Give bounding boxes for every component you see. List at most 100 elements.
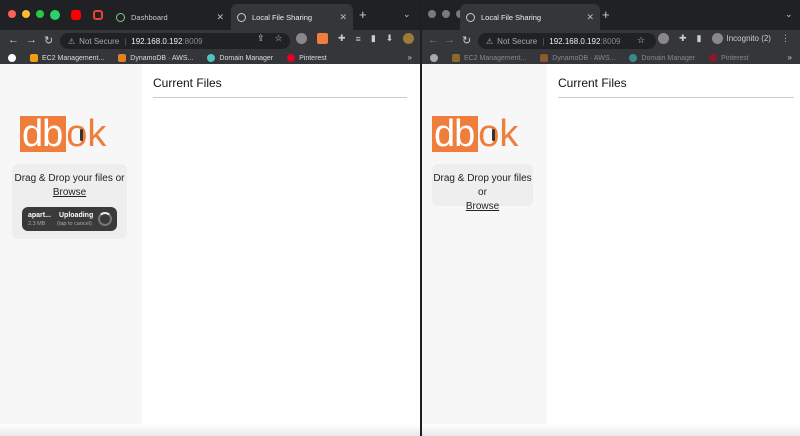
close-tab-icon[interactable]: ✕ (586, 12, 594, 23)
incognito-badge[interactable]: Incognito (2) (711, 33, 771, 44)
close-window-icon[interactable] (8, 10, 16, 18)
tab-label: Local File Sharing (252, 12, 313, 22)
browse-link[interactable]: Browse (432, 200, 533, 214)
divider (558, 97, 794, 98)
bookmarks-overflow-icon[interactable]: » (788, 53, 792, 62)
incognito-icon (711, 33, 723, 44)
youtube-icon[interactable] (71, 10, 81, 20)
tab-dashboard[interactable]: Dashboard ✕ (110, 4, 230, 30)
url-host: 192.168.0.192 (549, 36, 601, 46)
page-content: db ok Drag & Drop your files or Browse a… (0, 64, 420, 436)
extension-icon[interactable] (317, 33, 328, 44)
whatsapp-icon[interactable] (50, 10, 60, 20)
bookmark-ec2[interactable]: EC2 Management... (30, 54, 104, 62)
window-controls[interactable] (8, 10, 44, 18)
address-bar[interactable]: ⚠ Not Secure | 192.168.0.192:8009 (478, 33, 656, 49)
dashboard-icon (116, 12, 125, 22)
address-bar[interactable]: ⚠ Not Secure | 192.168.0.192:8009 (60, 33, 290, 49)
share-icon[interactable]: ⇪ (257, 33, 265, 44)
drop-zone-text: Drag & Drop your files or (433, 173, 532, 198)
google-icon[interactable] (430, 54, 438, 62)
upload-hint: (tap to cancel) (57, 221, 92, 227)
drop-zone[interactable]: Drag & Drop your files or Browse (432, 164, 533, 212)
forward-icon[interactable]: → (26, 34, 37, 46)
address-bar-icons: ⇪ ☆ (257, 33, 283, 44)
extensions-area: ✚ ≡ ▮ ⬇ ⋮ (296, 33, 420, 44)
dbook-logo: db ok (432, 113, 519, 155)
page-title: Current Files (558, 76, 627, 90)
bookmark-dynamodb[interactable]: DynamoDB · AWS... (118, 54, 193, 62)
forward-icon[interactable]: → (444, 34, 455, 46)
back-icon[interactable]: ← (428, 34, 439, 46)
bookmark-pinterest[interactable]: Pinterest (709, 54, 749, 62)
close-window-icon[interactable] (428, 10, 436, 18)
close-tab-icon[interactable]: ✕ (216, 12, 224, 23)
new-tab-button[interactable]: + (359, 7, 367, 22)
tab-local-file-sharing[interactable]: Local File Sharing ✕ (231, 4, 353, 30)
bookmark-domain-manager[interactable]: Domain Manager (207, 54, 273, 62)
downloads-icon[interactable]: ⬇ (386, 33, 394, 44)
gmail-icon[interactable] (93, 10, 103, 20)
bottom-fade (0, 424, 420, 436)
upload-item[interactable]: apart... 2.3 MB Uploading (tap to cancel… (22, 207, 117, 231)
globe-icon (466, 12, 475, 22)
menu-icon[interactable]: ⋮ (781, 33, 790, 44)
browser-window-right: Local File Sharing ✕ + ⌄ ← → ↻ ⚠ Not Sec… (422, 0, 800, 436)
puzzle-icon[interactable]: ✚ (679, 33, 687, 44)
minimize-window-icon[interactable] (442, 10, 450, 18)
warning-icon: ⚠ (486, 36, 494, 46)
bookmark-ec2[interactable]: EC2 Management... (452, 54, 526, 62)
google-icon[interactable] (8, 54, 16, 62)
new-tab-button[interactable]: + (602, 7, 610, 22)
divider (153, 97, 407, 98)
bookmark-star-icon[interactable]: ☆ (275, 33, 283, 44)
sidebar: db ok Drag & Drop your files or Browse a… (0, 64, 142, 436)
security-label: Not Secure (79, 36, 120, 46)
toolbar: ← → ↻ ⚠ Not Secure | 192.168.0.192:8009 … (422, 30, 800, 52)
bookmark-star-icon[interactable]: ☆ (637, 35, 645, 46)
back-icon[interactable]: ← (8, 34, 19, 46)
avatar[interactable] (403, 33, 415, 44)
puzzle-icon[interactable]: ✚ (338, 33, 346, 44)
tab-local-file-sharing[interactable]: Local File Sharing ✕ (460, 4, 600, 30)
main-panel: Current Files (142, 64, 420, 436)
window-controls[interactable] (428, 10, 464, 18)
tab-search-icon[interactable]: ⌄ (403, 9, 411, 20)
bookmark-pinterest[interactable]: Pinterest (287, 54, 327, 62)
browse-link[interactable]: Browse (12, 186, 127, 200)
main-panel: Current Files (547, 64, 800, 436)
close-tab-icon[interactable]: ✕ (339, 12, 347, 23)
extensions-area: ✚ ▮ Incognito (2) ⋮ (658, 33, 790, 44)
browser-window-left: Dashboard ✕ Local File Sharing ✕ + ⌄ ← →… (0, 0, 420, 436)
extension-icon[interactable] (658, 33, 669, 44)
bookmark-dynamodb[interactable]: DynamoDB · AWS... (540, 54, 615, 62)
url-port: :8009 (600, 36, 621, 46)
url-host: 192.168.0.192 (131, 36, 183, 46)
reading-list-icon[interactable]: ≡ (356, 34, 361, 44)
bookmarks-bar: EC2 Management... DynamoDB · AWS... Doma… (0, 52, 420, 64)
url-port: :8009 (182, 36, 203, 46)
zoom-window-icon[interactable] (36, 10, 44, 18)
reload-icon[interactable]: ↻ (44, 34, 53, 47)
bookmarks-overflow-icon[interactable]: » (408, 53, 412, 62)
tab-strip: Local File Sharing ✕ + ⌄ (422, 0, 800, 30)
minimize-window-icon[interactable] (22, 10, 30, 18)
tab-strip: Dashboard ✕ Local File Sharing ✕ + ⌄ (0, 0, 420, 30)
extension-icon[interactable] (296, 33, 307, 44)
globe-icon (237, 12, 246, 22)
side-panel-icon[interactable]: ▮ (371, 33, 376, 44)
security-label: Not Secure (497, 36, 538, 46)
reload-icon[interactable]: ↻ (462, 34, 471, 47)
tab-label: Dashboard (131, 12, 168, 22)
warning-icon: ⚠ (68, 36, 76, 46)
tab-search-icon[interactable]: ⌄ (785, 9, 793, 20)
side-panel-icon[interactable]: ▮ (697, 33, 702, 44)
toolbar: ← → ↻ ⚠ Not Secure | 192.168.0.192:8009 … (0, 30, 420, 52)
upload-filename: apart... (28, 212, 51, 219)
bottom-fade (422, 424, 800, 436)
upload-size: 2.3 MB (28, 221, 46, 227)
sidebar: db ok Drag & Drop your files or Browse (422, 64, 547, 436)
bookmarks-bar: EC2 Management... DynamoDB · AWS... Doma… (422, 52, 800, 64)
loading-spinner-icon (98, 212, 112, 226)
bookmark-domain-manager[interactable]: Domain Manager (629, 54, 695, 62)
